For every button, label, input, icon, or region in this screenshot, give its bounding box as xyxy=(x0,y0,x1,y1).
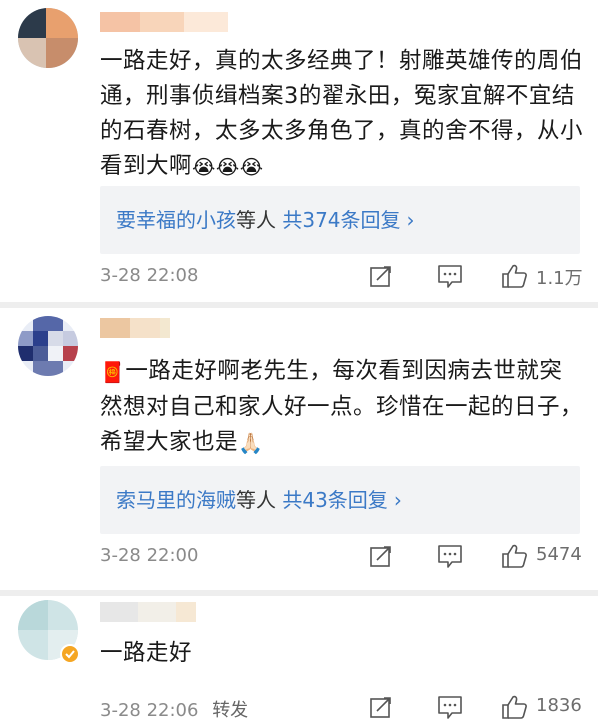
comment-actions: 5474 xyxy=(368,543,588,569)
avatar[interactable] xyxy=(18,8,78,68)
reply-count-link[interactable]: 共43条回复 xyxy=(282,488,387,512)
reply-users-link[interactable]: 索马里的海贼 xyxy=(116,488,236,512)
thumbs-up-icon[interactable] xyxy=(500,263,528,293)
avatar[interactable] xyxy=(18,316,78,376)
verified-badge-icon xyxy=(60,644,80,664)
comment-text: 一路走好，真的太多经典了！射雕英雄传的周伯通，刑事侦缉档案3的翟永田，冤家宜解不… xyxy=(100,44,585,185)
red-envelope-icon: 🧧 xyxy=(100,360,126,384)
username-blurred[interactable] xyxy=(100,602,230,622)
chevron-right-icon: › xyxy=(406,208,415,232)
share-icon[interactable] xyxy=(368,543,394,573)
chevron-right-icon: › xyxy=(393,488,402,512)
reply-summary[interactable]: 索马里的海贼等人 共43条回复 › xyxy=(100,466,580,534)
username-blurred[interactable] xyxy=(100,318,230,338)
like-count: 5474 xyxy=(536,544,582,565)
comment-item: 一路走好 3-28 22:06 转发 1836 xyxy=(0,596,598,725)
comment-icon[interactable] xyxy=(436,694,464,724)
share-icon[interactable] xyxy=(368,694,394,724)
comment-icon[interactable] xyxy=(436,263,464,293)
crying-emoji-icon: 😭😭😭 xyxy=(192,155,264,179)
praying-hands-icon: 🙏🏻 xyxy=(238,431,264,455)
comment-icon[interactable] xyxy=(436,543,464,573)
comment-timestamp: 3-28 22:00 xyxy=(100,545,199,566)
username-blurred[interactable] xyxy=(100,12,230,32)
comment-text: 🧧一路走好啊老先生，每次看到因病去世就突然想对自己和家人好一点。珍惜在一起的日子… xyxy=(100,354,585,461)
reply-users-link[interactable]: 要幸福的小孩 xyxy=(116,208,236,232)
comment-item: 🧧一路走好啊老先生，每次看到因病去世就突然想对自己和家人好一点。珍惜在一起的日子… xyxy=(0,308,598,590)
thumbs-up-icon[interactable] xyxy=(500,543,528,573)
comment-timestamp: 3-28 22:06 转发 xyxy=(100,700,249,721)
avatar[interactable] xyxy=(18,600,80,664)
comment-item: 一路走好，真的太多经典了！射雕英雄传的周伯通，刑事侦缉档案3的翟永田，冤家宜解不… xyxy=(0,0,598,302)
comment-text: 一路走好 xyxy=(100,640,193,666)
like-count: 1.1万 xyxy=(536,268,583,289)
thumbs-up-icon[interactable] xyxy=(500,694,528,724)
like-count: 1836 xyxy=(536,695,582,716)
comment-timestamp: 3-28 22:08 xyxy=(100,265,199,286)
comment-actions: 1836 xyxy=(368,694,588,720)
repost-link[interactable]: 转发 xyxy=(212,700,248,721)
reply-count-link[interactable]: 共374条回复 xyxy=(282,208,400,232)
reply-summary[interactable]: 要幸福的小孩等人 共374条回复 › xyxy=(100,186,580,254)
share-icon[interactable] xyxy=(368,263,394,293)
comment-actions: 1.1万 xyxy=(368,263,588,289)
